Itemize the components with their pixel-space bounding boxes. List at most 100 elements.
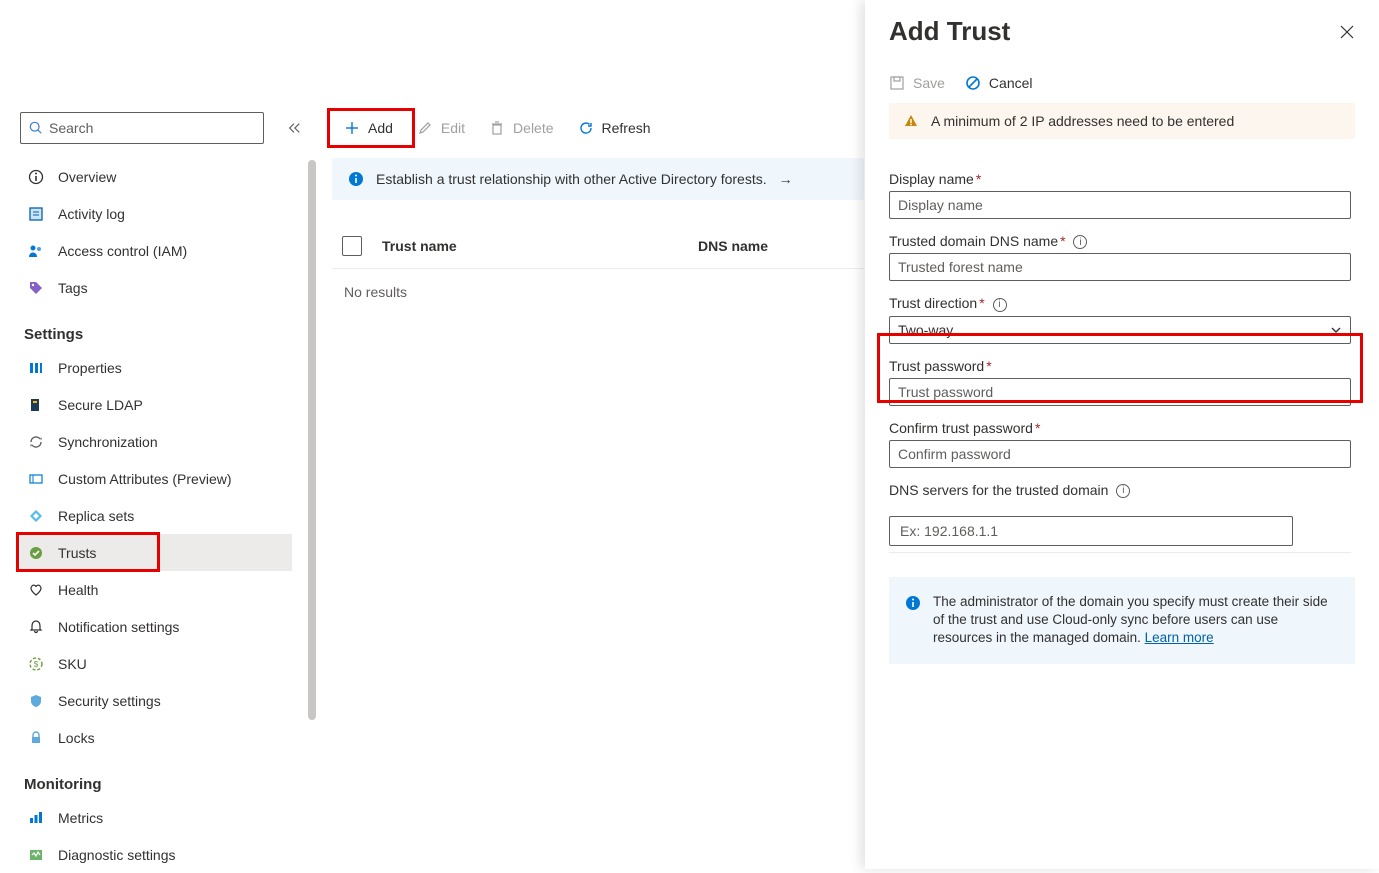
info-banner[interactable]: Establish a trust relationship with othe… <box>332 158 864 200</box>
add-label: Add <box>368 120 393 136</box>
panel-title: Add Trust <box>889 16 1010 47</box>
col-trust-name[interactable]: Trust name <box>382 238 698 254</box>
panel-info-box: The administrator of the domain you spec… <box>889 577 1355 664</box>
display-name-input[interactable] <box>889 191 1351 219</box>
dns-servers-label: DNS servers for the trusted domain i <box>889 482 1355 498</box>
replica-icon <box>28 508 44 524</box>
bell-icon <box>28 619 44 635</box>
attributes-icon <box>28 471 44 487</box>
collapse-sidebar-button[interactable] <box>284 118 304 138</box>
properties-icon <box>28 360 44 376</box>
cancel-label: Cancel <box>989 75 1033 91</box>
sidebar-item-label: Synchronization <box>58 434 158 450</box>
select-all-checkbox[interactable] <box>342 236 362 256</box>
delete-label: Delete <box>513 120 553 136</box>
trust-direction-label: Trust direction* i <box>889 295 1355 311</box>
scrollbar-thumb[interactable] <box>308 160 316 720</box>
sidebar-item-label: Replica sets <box>58 508 134 524</box>
sidebar-item-tags[interactable]: Tags <box>20 269 292 306</box>
warning-banner: A minimum of 2 IP addresses need to be e… <box>889 103 1355 139</box>
trash-icon <box>489 120 505 136</box>
sidebar-item-secure-ldap[interactable]: Secure LDAP <box>20 386 292 423</box>
no-results-text: No results <box>344 284 407 300</box>
sidebar-item-label: Custom Attributes (Preview) <box>58 471 232 487</box>
sidebar-item-overview[interactable]: Overview <box>20 158 292 195</box>
trust-password-input[interactable] <box>889 378 1351 406</box>
info-icon <box>28 169 44 185</box>
confirm-password-label: Confirm trust password* <box>889 420 1355 436</box>
sidebar-item-label: Overview <box>58 169 116 185</box>
sidebar-item-locks[interactable]: Locks <box>20 719 292 756</box>
info-icon[interactable]: i <box>993 298 1007 312</box>
learn-more-link[interactable]: Learn more <box>1145 630 1214 645</box>
sidebar-item-label: Diagnostic settings <box>58 847 176 863</box>
info-icon[interactable]: i <box>1073 235 1087 249</box>
shield-icon <box>28 693 44 709</box>
sidebar-item-properties[interactable]: Properties <box>20 349 292 386</box>
divider <box>889 552 1351 553</box>
add-trust-panel: Add Trust Save Cancel A minimum of 2 IP … <box>865 0 1379 869</box>
sidebar-item-custom-attributes[interactable]: Custom Attributes (Preview) <box>20 460 292 497</box>
sidebar-item-security-settings[interactable]: Security settings <box>20 682 292 719</box>
sidebar-item-diagnostic-settings[interactable]: Diagnostic settings <box>20 836 292 873</box>
dns-servers-input[interactable] <box>889 516 1293 546</box>
sidebar-item-synchronization[interactable]: Synchronization <box>20 423 292 460</box>
table-header: Trust name DNS name <box>332 236 864 269</box>
save-button[interactable]: Save <box>889 75 945 91</box>
trust-direction-select[interactable]: Two-way <box>889 316 1351 344</box>
sidebar-item-label: Locks <box>58 730 95 746</box>
dns-name-label: Trusted domain DNS name* i <box>889 233 1355 249</box>
banner-text: Establish a trust relationship with othe… <box>376 171 767 187</box>
display-name-label: Display name* <box>889 171 1355 187</box>
sidebar-item-label: Activity log <box>58 206 125 222</box>
cancel-button[interactable]: Cancel <box>965 75 1033 91</box>
sidebar-item-label: Health <box>58 582 98 598</box>
plus-icon <box>344 120 360 136</box>
trust-password-label: Trust password* <box>889 358 1355 374</box>
sidebar-item-label: SKU <box>58 656 87 672</box>
edit-button[interactable]: Edit <box>405 112 477 144</box>
sidebar-item-replica-sets[interactable]: Replica sets <box>20 497 292 534</box>
sidebar-item-label: Tags <box>58 280 88 296</box>
sidebar-section-settings: Settings <box>20 306 292 349</box>
search-input[interactable] <box>49 120 255 136</box>
sidebar-item-trusts[interactable]: Trusts <box>20 534 292 571</box>
close-icon <box>1339 24 1355 40</box>
sidebar-item-label: Properties <box>58 360 122 376</box>
delete-button[interactable]: Delete <box>477 112 565 144</box>
sidebar-item-label: Secure LDAP <box>58 397 143 413</box>
diagnostic-icon <box>28 847 44 863</box>
confirm-password-input[interactable] <box>889 440 1351 468</box>
sidebar-item-metrics[interactable]: Metrics <box>20 799 292 836</box>
search-icon <box>29 121 43 135</box>
save-label: Save <box>913 75 945 91</box>
sync-icon <box>28 434 44 450</box>
tag-icon <box>28 280 44 296</box>
add-button[interactable]: Add <box>332 112 405 144</box>
info-text: The administrator of the domain you spec… <box>933 594 1328 645</box>
cancel-icon <box>965 75 981 91</box>
info-icon[interactable]: i <box>1116 484 1130 498</box>
sidebar-item-sku[interactable]: $ SKU <box>20 645 292 682</box>
svg-text:$: $ <box>34 660 39 669</box>
sidebar-section-monitoring: Monitoring <box>20 756 292 799</box>
sidebar-item-label: Security settings <box>58 693 161 709</box>
info-icon <box>348 171 364 187</box>
heart-icon <box>28 582 44 598</box>
search-box[interactable] <box>20 112 264 144</box>
refresh-icon <box>578 120 594 136</box>
sidebar-item-label: Metrics <box>58 810 103 826</box>
trusts-icon <box>28 545 44 561</box>
col-dns-name[interactable]: DNS name <box>698 238 864 254</box>
sidebar-item-health[interactable]: Health <box>20 571 292 608</box>
info-icon <box>905 595 921 611</box>
sidebar-item-notification-settings[interactable]: Notification settings <box>20 608 292 645</box>
dns-name-input[interactable] <box>889 253 1351 281</box>
sku-icon: $ <box>28 656 44 672</box>
sidebar-item-activity-log[interactable]: Activity log <box>20 195 292 232</box>
warning-icon <box>903 113 919 129</box>
edit-label: Edit <box>441 120 465 136</box>
close-button[interactable] <box>1339 24 1355 40</box>
refresh-button[interactable]: Refresh <box>566 112 663 144</box>
sidebar-item-access-control[interactable]: Access control (IAM) <box>20 232 292 269</box>
